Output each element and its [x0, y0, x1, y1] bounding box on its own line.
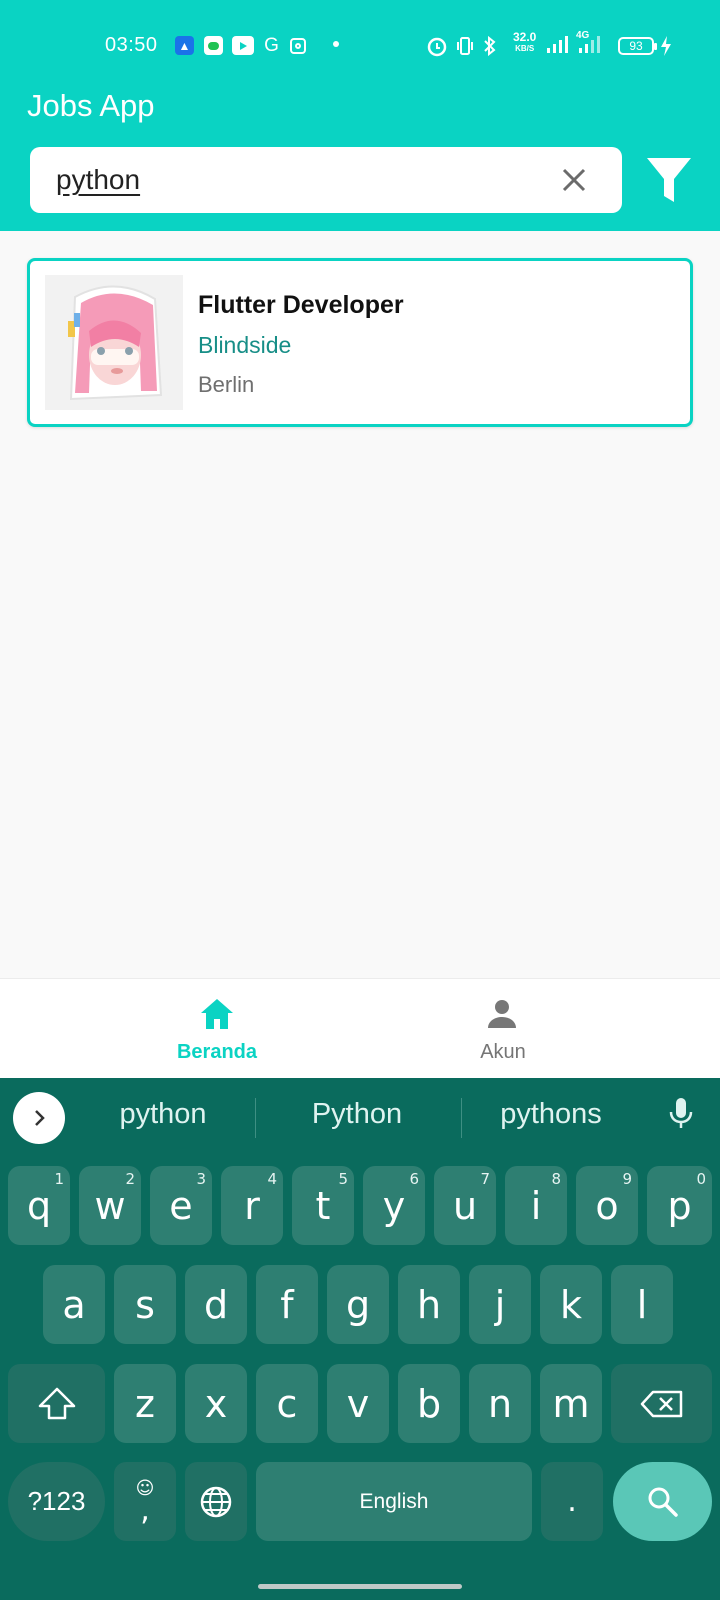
soft-keyboard: python Python pythons q1 w2 e3 r4 t5 y6 …: [0, 1078, 720, 1600]
key-d[interactable]: d: [185, 1265, 247, 1344]
app-title: Jobs App: [27, 88, 155, 123]
job-company: Blindside: [198, 332, 292, 358]
key-q[interactable]: q1: [8, 1166, 70, 1245]
key-o[interactable]: o9: [576, 1166, 638, 1245]
status-bar: 03:50 ▲ G 32.0 KB/S 4G 93: [0, 28, 720, 62]
key-z[interactable]: z: [114, 1364, 176, 1443]
space-key[interactable]: English: [256, 1462, 532, 1541]
chevron-right-icon: [35, 1110, 45, 1126]
key-k[interactable]: k: [540, 1265, 602, 1344]
signal-icon: [547, 36, 568, 53]
comma-key[interactable]: ☺ ,: [114, 1462, 176, 1541]
charging-icon: [661, 36, 671, 56]
key-e[interactable]: e3: [150, 1166, 212, 1245]
shift-icon: [38, 1387, 75, 1419]
shift-key[interactable]: [8, 1364, 105, 1443]
suggestion-bar: python Python pythons: [0, 1078, 720, 1160]
youtube-icon: [232, 36, 254, 55]
key-x[interactable]: x: [185, 1364, 247, 1443]
anime-girl-sticker-image: [68, 285, 163, 401]
search-icon: [648, 1487, 678, 1517]
microphone-icon[interactable]: [668, 1096, 694, 1132]
signal-icon: [579, 36, 600, 53]
nav-item-akun[interactable]: Akun: [403, 979, 603, 1079]
key-h[interactable]: h: [398, 1265, 460, 1344]
dot-icon: [333, 41, 339, 47]
key-a[interactable]: a: [43, 1265, 105, 1344]
key-l[interactable]: l: [611, 1265, 673, 1344]
app-header: 03:50 ▲ G 32.0 KB/S 4G 93 Jobs App pytho…: [0, 0, 720, 231]
clear-search-button[interactable]: [554, 160, 594, 200]
nav-label-beranda: Beranda: [176, 1041, 258, 1063]
key-p[interactable]: p0: [647, 1166, 712, 1245]
symbols-key[interactable]: ?123: [8, 1462, 105, 1541]
android-icon: ▲: [175, 36, 194, 55]
key-m[interactable]: m: [540, 1364, 602, 1443]
key-r[interactable]: r4: [221, 1166, 283, 1245]
nav-item-beranda[interactable]: Beranda: [117, 979, 317, 1079]
key-f[interactable]: f: [256, 1265, 318, 1344]
key-b[interactable]: b: [398, 1364, 460, 1443]
search-key[interactable]: [613, 1462, 712, 1541]
battery-icon: 93: [618, 37, 657, 55]
nav-label-akun: Akun: [480, 1041, 526, 1063]
chat-icon: [204, 36, 223, 55]
alarm-icon: [427, 37, 447, 57]
person-icon: [488, 1000, 516, 1028]
suggestion-2[interactable]: Python: [262, 1098, 452, 1131]
key-g[interactable]: g: [327, 1265, 389, 1344]
key-n[interactable]: n: [469, 1364, 531, 1443]
key-s[interactable]: s: [114, 1265, 176, 1344]
home-icon: [201, 999, 233, 1029]
key-w[interactable]: w2: [79, 1166, 141, 1245]
search-bar[interactable]: [30, 147, 622, 213]
bottom-navigation: Beranda Akun: [0, 978, 720, 1078]
net-speed: 32.0 KB/S: [513, 30, 537, 53]
filter-icon[interactable]: [645, 156, 693, 206]
backspace-icon: [640, 1390, 682, 1417]
key-v[interactable]: v: [327, 1364, 389, 1443]
key-u[interactable]: u7: [434, 1166, 496, 1245]
key-i[interactable]: i8: [505, 1166, 567, 1245]
key-j[interactable]: j: [469, 1265, 531, 1344]
key-t[interactable]: t5: [292, 1166, 354, 1245]
suggestion-divider: [255, 1098, 256, 1138]
home-indicator[interactable]: [258, 1584, 462, 1589]
expand-toolbar-button[interactable]: [13, 1092, 65, 1144]
vibrate-icon: [457, 37, 473, 55]
bluetooth-icon: [484, 35, 496, 57]
backspace-key[interactable]: [611, 1364, 712, 1443]
instagram-icon: [290, 38, 306, 54]
job-thumbnail: [45, 275, 183, 410]
key-c[interactable]: c: [256, 1364, 318, 1443]
suggestion-3[interactable]: pythons: [456, 1098, 646, 1131]
job-location: Berlin: [198, 372, 255, 397]
period-key[interactable]: .: [541, 1462, 603, 1541]
suggestion-1[interactable]: python: [68, 1098, 258, 1131]
globe-icon: [200, 1486, 232, 1517]
job-title: Flutter Developer: [198, 291, 404, 319]
language-key[interactable]: [185, 1462, 247, 1541]
search-input[interactable]: [56, 161, 526, 199]
close-icon: [562, 168, 586, 192]
status-time: 03:50: [105, 34, 158, 56]
key-y[interactable]: y6: [363, 1166, 425, 1245]
g-icon: G: [264, 34, 279, 56]
job-card[interactable]: Flutter Developer Blindside Berlin: [27, 258, 693, 427]
